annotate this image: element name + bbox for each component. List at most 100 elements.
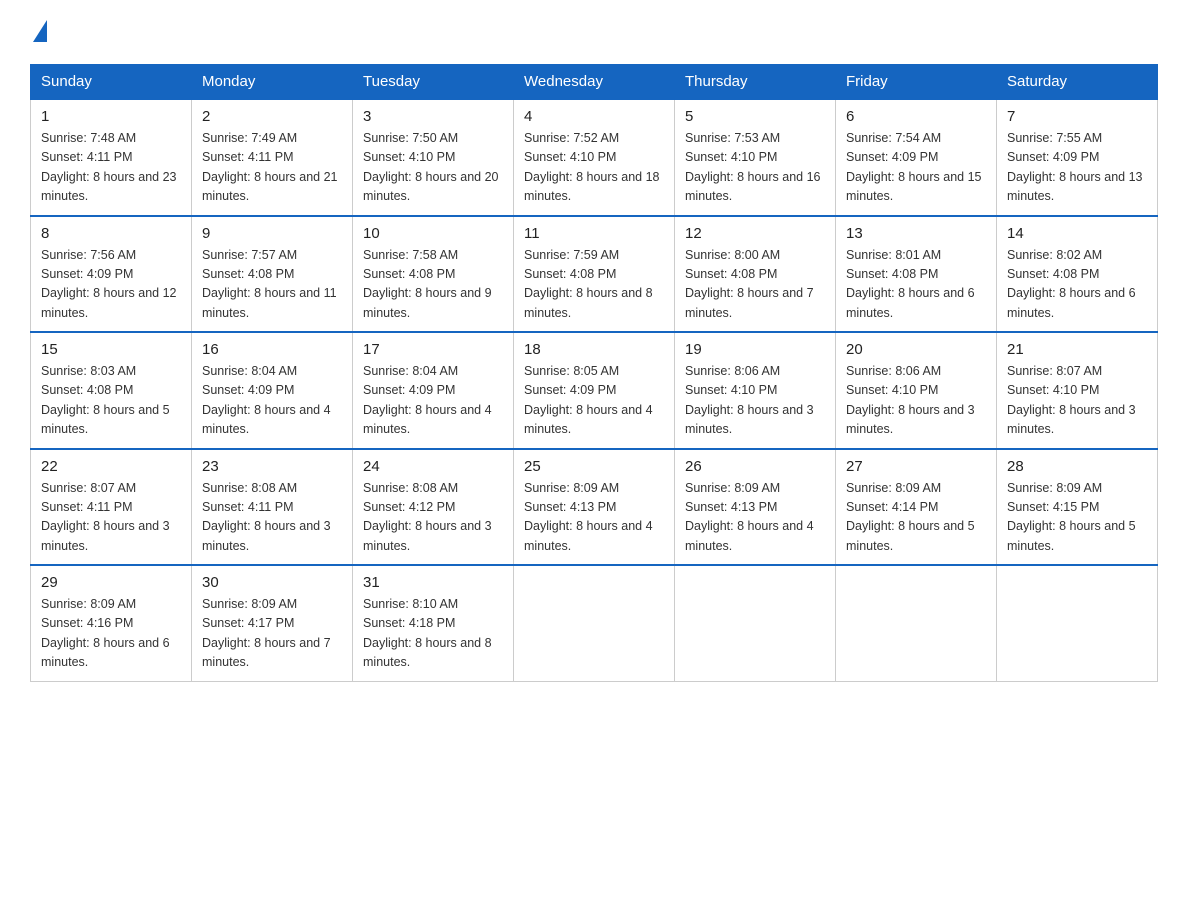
day-number: 13: [846, 225, 986, 242]
calendar-cell: 23 Sunrise: 8:08 AMSunset: 4:11 PMDaylig…: [192, 449, 353, 566]
calendar-cell: 4 Sunrise: 7:52 AMSunset: 4:10 PMDayligh…: [514, 99, 675, 216]
calendar-cell: 25 Sunrise: 8:09 AMSunset: 4:13 PMDaylig…: [514, 449, 675, 566]
day-info: Sunrise: 8:06 AMSunset: 4:10 PMDaylight:…: [685, 362, 825, 440]
calendar-cell: 21 Sunrise: 8:07 AMSunset: 4:10 PMDaylig…: [997, 332, 1158, 449]
calendar-cell: 13 Sunrise: 8:01 AMSunset: 4:08 PMDaylig…: [836, 216, 997, 333]
calendar-cell: [836, 565, 997, 681]
day-number: 3: [363, 108, 503, 125]
weekday-header-friday: Friday: [836, 65, 997, 100]
day-number: 6: [846, 108, 986, 125]
calendar-week-row: 15 Sunrise: 8:03 AMSunset: 4:08 PMDaylig…: [31, 332, 1158, 449]
day-info: Sunrise: 8:04 AMSunset: 4:09 PMDaylight:…: [363, 362, 503, 440]
day-info: Sunrise: 8:09 AMSunset: 4:15 PMDaylight:…: [1007, 479, 1147, 557]
calendar-cell: 6 Sunrise: 7:54 AMSunset: 4:09 PMDayligh…: [836, 99, 997, 216]
day-info: Sunrise: 7:50 AMSunset: 4:10 PMDaylight:…: [363, 129, 503, 207]
logo-triangle-icon: [33, 20, 47, 42]
day-info: Sunrise: 8:08 AMSunset: 4:12 PMDaylight:…: [363, 479, 503, 557]
day-info: Sunrise: 7:55 AMSunset: 4:09 PMDaylight:…: [1007, 129, 1147, 207]
day-info: Sunrise: 7:57 AMSunset: 4:08 PMDaylight:…: [202, 246, 342, 324]
calendar-cell: 14 Sunrise: 8:02 AMSunset: 4:08 PMDaylig…: [997, 216, 1158, 333]
day-number: 27: [846, 458, 986, 475]
calendar-cell: 29 Sunrise: 8:09 AMSunset: 4:16 PMDaylig…: [31, 565, 192, 681]
day-number: 5: [685, 108, 825, 125]
calendar-cell: 15 Sunrise: 8:03 AMSunset: 4:08 PMDaylig…: [31, 332, 192, 449]
day-number: 12: [685, 225, 825, 242]
calendar-cell: 16 Sunrise: 8:04 AMSunset: 4:09 PMDaylig…: [192, 332, 353, 449]
calendar-cell: [675, 565, 836, 681]
day-number: 10: [363, 225, 503, 242]
calendar-cell: 9 Sunrise: 7:57 AMSunset: 4:08 PMDayligh…: [192, 216, 353, 333]
calendar-table: SundayMondayTuesdayWednesdayThursdayFrid…: [30, 64, 1158, 682]
day-number: 16: [202, 341, 342, 358]
day-number: 29: [41, 574, 181, 591]
day-number: 11: [524, 225, 664, 242]
day-number: 7: [1007, 108, 1147, 125]
day-number: 19: [685, 341, 825, 358]
day-number: 18: [524, 341, 664, 358]
calendar-cell: 17 Sunrise: 8:04 AMSunset: 4:09 PMDaylig…: [353, 332, 514, 449]
day-info: Sunrise: 8:09 AMSunset: 4:16 PMDaylight:…: [41, 595, 181, 673]
day-number: 30: [202, 574, 342, 591]
day-number: 31: [363, 574, 503, 591]
day-info: Sunrise: 8:09 AMSunset: 4:13 PMDaylight:…: [685, 479, 825, 557]
calendar-cell: 10 Sunrise: 7:58 AMSunset: 4:08 PMDaylig…: [353, 216, 514, 333]
day-number: 20: [846, 341, 986, 358]
day-info: Sunrise: 7:58 AMSunset: 4:08 PMDaylight:…: [363, 246, 503, 324]
day-info: Sunrise: 7:53 AMSunset: 4:10 PMDaylight:…: [685, 129, 825, 207]
weekday-header-tuesday: Tuesday: [353, 65, 514, 100]
day-info: Sunrise: 7:52 AMSunset: 4:10 PMDaylight:…: [524, 129, 664, 207]
day-info: Sunrise: 8:00 AMSunset: 4:08 PMDaylight:…: [685, 246, 825, 324]
day-info: Sunrise: 8:07 AMSunset: 4:10 PMDaylight:…: [1007, 362, 1147, 440]
day-info: Sunrise: 8:05 AMSunset: 4:09 PMDaylight:…: [524, 362, 664, 440]
day-number: 9: [202, 225, 342, 242]
day-number: 4: [524, 108, 664, 125]
day-info: Sunrise: 8:08 AMSunset: 4:11 PMDaylight:…: [202, 479, 342, 557]
day-info: Sunrise: 8:09 AMSunset: 4:17 PMDaylight:…: [202, 595, 342, 673]
day-info: Sunrise: 7:56 AMSunset: 4:09 PMDaylight:…: [41, 246, 181, 324]
day-number: 2: [202, 108, 342, 125]
weekday-header-thursday: Thursday: [675, 65, 836, 100]
day-number: 21: [1007, 341, 1147, 358]
weekday-header-monday: Monday: [192, 65, 353, 100]
day-info: Sunrise: 8:09 AMSunset: 4:13 PMDaylight:…: [524, 479, 664, 557]
day-info: Sunrise: 7:59 AMSunset: 4:08 PMDaylight:…: [524, 246, 664, 324]
day-info: Sunrise: 8:03 AMSunset: 4:08 PMDaylight:…: [41, 362, 181, 440]
calendar-cell: 31 Sunrise: 8:10 AMSunset: 4:18 PMDaylig…: [353, 565, 514, 681]
calendar-cell: 3 Sunrise: 7:50 AMSunset: 4:10 PMDayligh…: [353, 99, 514, 216]
day-info: Sunrise: 7:49 AMSunset: 4:11 PMDaylight:…: [202, 129, 342, 207]
day-info: Sunrise: 8:01 AMSunset: 4:08 PMDaylight:…: [846, 246, 986, 324]
day-number: 14: [1007, 225, 1147, 242]
calendar-week-row: 8 Sunrise: 7:56 AMSunset: 4:09 PMDayligh…: [31, 216, 1158, 333]
day-info: Sunrise: 7:54 AMSunset: 4:09 PMDaylight:…: [846, 129, 986, 207]
calendar-cell: 7 Sunrise: 7:55 AMSunset: 4:09 PMDayligh…: [997, 99, 1158, 216]
calendar-cell: 18 Sunrise: 8:05 AMSunset: 4:09 PMDaylig…: [514, 332, 675, 449]
calendar-cell: 26 Sunrise: 8:09 AMSunset: 4:13 PMDaylig…: [675, 449, 836, 566]
page-header: [30, 20, 1158, 44]
weekday-header-wednesday: Wednesday: [514, 65, 675, 100]
weekday-header-saturday: Saturday: [997, 65, 1158, 100]
day-number: 24: [363, 458, 503, 475]
calendar-week-row: 22 Sunrise: 8:07 AMSunset: 4:11 PMDaylig…: [31, 449, 1158, 566]
calendar-cell: 28 Sunrise: 8:09 AMSunset: 4:15 PMDaylig…: [997, 449, 1158, 566]
day-info: Sunrise: 8:10 AMSunset: 4:18 PMDaylight:…: [363, 595, 503, 673]
calendar-cell: [997, 565, 1158, 681]
day-info: Sunrise: 7:48 AMSunset: 4:11 PMDaylight:…: [41, 129, 181, 207]
day-number: 17: [363, 341, 503, 358]
weekday-header-row: SundayMondayTuesdayWednesdayThursdayFrid…: [31, 65, 1158, 100]
calendar-cell: 2 Sunrise: 7:49 AMSunset: 4:11 PMDayligh…: [192, 99, 353, 216]
day-number: 23: [202, 458, 342, 475]
calendar-cell: 1 Sunrise: 7:48 AMSunset: 4:11 PMDayligh…: [31, 99, 192, 216]
calendar-cell: 12 Sunrise: 8:00 AMSunset: 4:08 PMDaylig…: [675, 216, 836, 333]
weekday-header-sunday: Sunday: [31, 65, 192, 100]
day-number: 26: [685, 458, 825, 475]
day-number: 22: [41, 458, 181, 475]
day-number: 8: [41, 225, 181, 242]
calendar-cell: 30 Sunrise: 8:09 AMSunset: 4:17 PMDaylig…: [192, 565, 353, 681]
calendar-cell: 22 Sunrise: 8:07 AMSunset: 4:11 PMDaylig…: [31, 449, 192, 566]
day-info: Sunrise: 8:06 AMSunset: 4:10 PMDaylight:…: [846, 362, 986, 440]
day-info: Sunrise: 8:09 AMSunset: 4:14 PMDaylight:…: [846, 479, 986, 557]
calendar-cell: 20 Sunrise: 8:06 AMSunset: 4:10 PMDaylig…: [836, 332, 997, 449]
day-number: 1: [41, 108, 181, 125]
day-info: Sunrise: 8:07 AMSunset: 4:11 PMDaylight:…: [41, 479, 181, 557]
calendar-week-row: 29 Sunrise: 8:09 AMSunset: 4:16 PMDaylig…: [31, 565, 1158, 681]
